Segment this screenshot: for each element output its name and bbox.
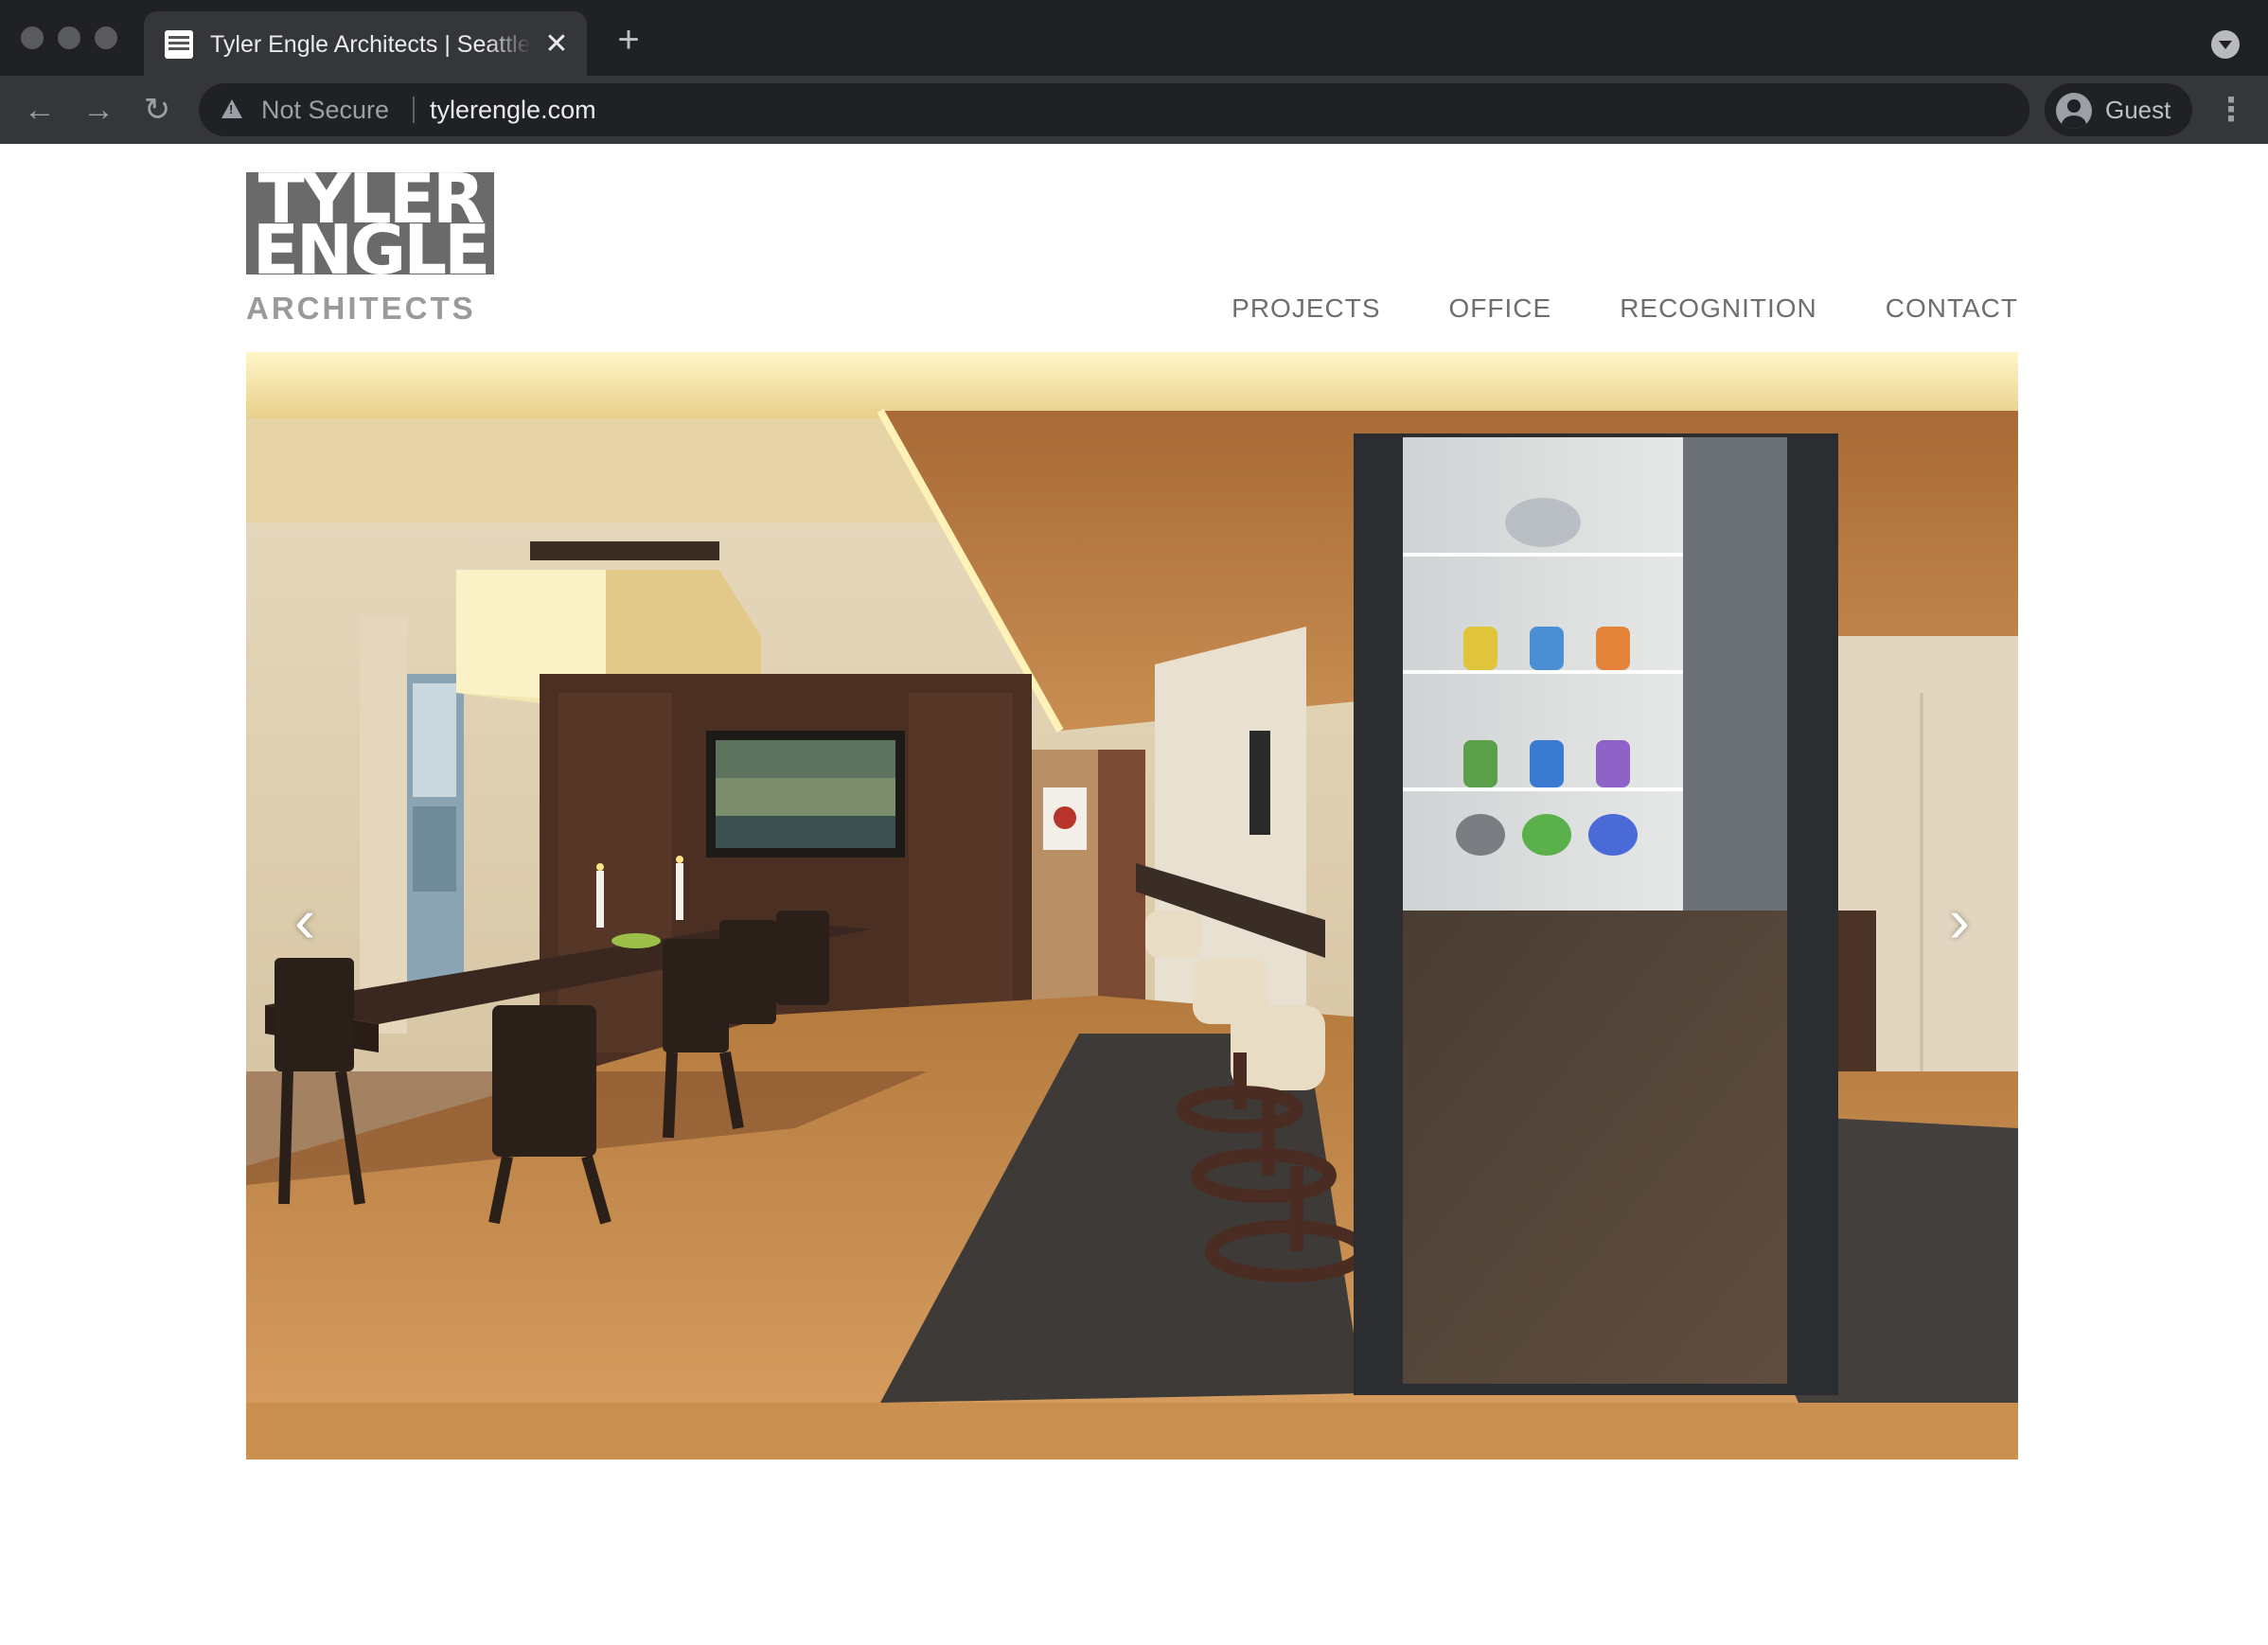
browser-menu-icon[interactable]: ⋮ bbox=[2215, 89, 2247, 131]
warning-icon bbox=[221, 99, 242, 118]
security-status[interactable]: Not Secure bbox=[261, 95, 389, 125]
browser-toolbar: ← → ↻ Not Secure tylerengle.com Guest ⋮ bbox=[0, 76, 2268, 144]
nav-projects[interactable]: PROJECTS bbox=[1231, 290, 1380, 327]
main-navigation: PROJECTS OFFICE RECOGNITION CONTACT bbox=[1231, 290, 2018, 327]
nav-recognition[interactable]: RECOGNITION bbox=[1620, 290, 1817, 327]
tab-close-icon[interactable]: ✕ bbox=[540, 27, 574, 62]
slider-prev-button[interactable]: ‹ bbox=[276, 882, 333, 958]
back-button[interactable]: ← bbox=[19, 89, 61, 131]
browser-tab[interactable]: Tyler Engle Architects | Seattle ✕ bbox=[144, 11, 587, 76]
browser-tab-bar: Tyler Engle Architects | Seattle ✕ + bbox=[0, 0, 2268, 76]
window-close-dot[interactable] bbox=[21, 27, 44, 49]
nav-office[interactable]: OFFICE bbox=[1449, 290, 1552, 327]
new-tab-button[interactable]: + bbox=[610, 21, 647, 61]
profile-label: Guest bbox=[2105, 96, 2171, 124]
forward-button[interactable]: → bbox=[78, 89, 119, 131]
favicon-icon bbox=[165, 30, 193, 59]
logo-line-2: ENGLE bbox=[252, 210, 491, 274]
avatar-icon bbox=[2056, 93, 2092, 129]
hero-slideshow[interactable]: ‹ › bbox=[246, 352, 2018, 1459]
hero-image bbox=[246, 352, 2018, 1459]
url-text[interactable]: tylerengle.com bbox=[430, 95, 596, 125]
logo-mark: TYLER ENGLE bbox=[246, 172, 494, 274]
address-divider bbox=[413, 97, 415, 123]
profile-button[interactable]: Guest bbox=[2045, 83, 2192, 136]
address-bar[interactable]: Not Secure tylerengle.com bbox=[199, 83, 2029, 136]
site-logo[interactable]: TYLER ENGLE ARCHITECTS bbox=[246, 172, 496, 326]
slider-next-button[interactable]: › bbox=[1931, 882, 1988, 958]
reload-button[interactable]: ↻ bbox=[136, 89, 178, 131]
nav-contact[interactable]: CONTACT bbox=[1886, 290, 2018, 327]
window-zoom-dot[interactable] bbox=[95, 27, 117, 49]
tab-title: Tyler Engle Architects | Seattle bbox=[210, 31, 531, 58]
tab-search-icon[interactable] bbox=[2211, 30, 2240, 59]
window-minimize-dot[interactable] bbox=[58, 27, 80, 49]
logo-subtitle: ARCHITECTS bbox=[246, 291, 476, 326]
